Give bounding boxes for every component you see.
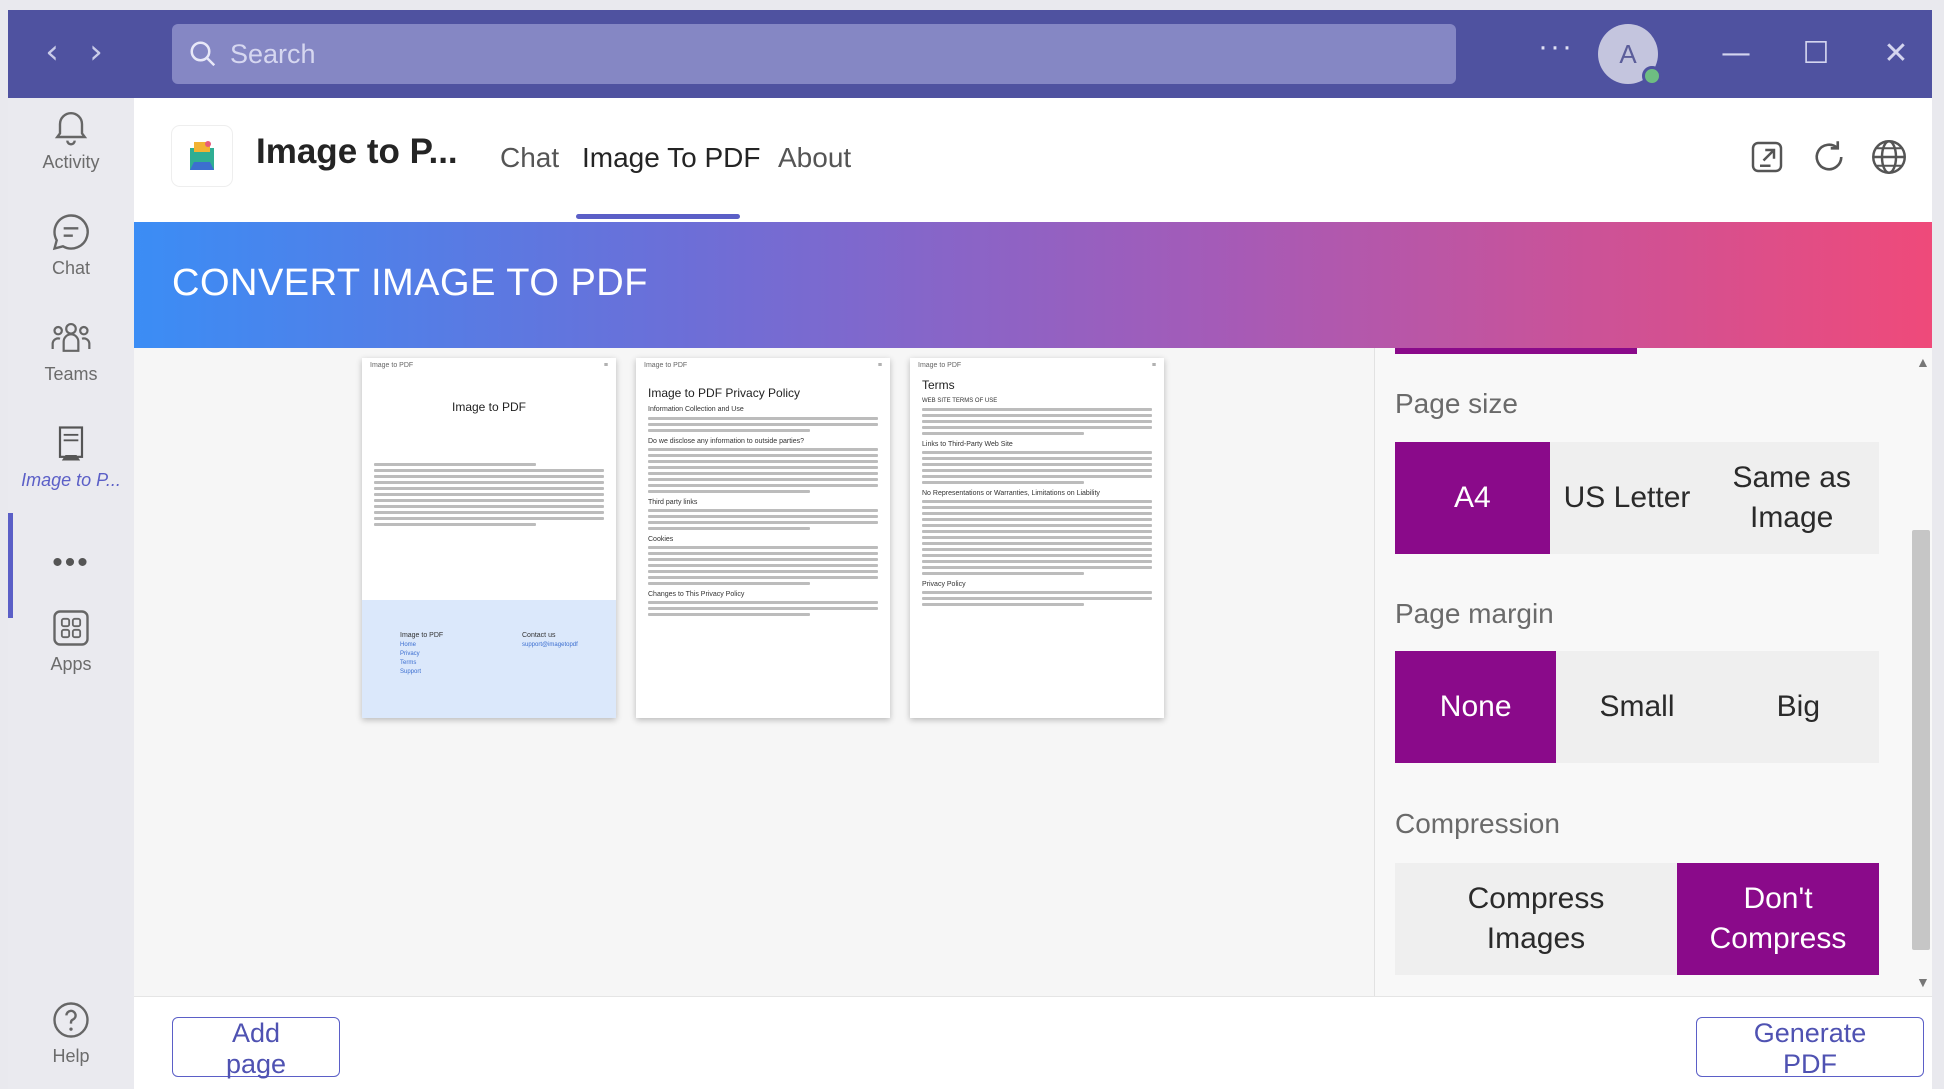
page-size-us-letter[interactable]: US Letter (1550, 442, 1705, 554)
active-tab-indicator (576, 214, 740, 219)
page-thumbnail[interactable]: Image to PDF ≡ Terms WEB SITE TERMS OF US… (910, 358, 1164, 718)
search-bar[interactable] (172, 24, 1456, 84)
page-size-a4[interactable]: A4 (1395, 442, 1550, 554)
rail-item-help[interactable]: Help (8, 998, 134, 1089)
thumb-header: Image to PDF ≡ (644, 362, 882, 369)
forward-arrow-icon[interactable]: › (76, 32, 116, 72)
chat-bubble-icon (52, 214, 89, 251)
rail-item-label: Activity (42, 152, 100, 172)
app-title: Image to P... (256, 132, 458, 171)
margin-small[interactable]: Small (1556, 651, 1717, 763)
banner-title: CONVERT IMAGE TO PDF (172, 262, 648, 304)
rail-item-label: Chat (51, 258, 91, 278)
image-to-pdf-app-icon (58, 426, 84, 461)
bell-icon (54, 112, 88, 146)
globe-icon[interactable] (1868, 136, 1910, 178)
page-size-same-as-image[interactable]: Same as Image (1704, 442, 1879, 554)
search-icon (190, 41, 216, 67)
close-icon[interactable]: ✕ (1874, 32, 1918, 76)
page-margin-label: Page margin (1395, 598, 1554, 629)
compression-label: Compression (1395, 808, 1560, 839)
tab-chat[interactable]: Chat (500, 142, 559, 174)
rail-item-label: Image to P... (21, 470, 121, 490)
rail-item-label: Apps (50, 654, 92, 674)
settings-panel: Page size A4 US Letter Same as Image Pag… (1374, 348, 1932, 996)
page-thumbnail[interactable]: Image to PDF ≡ Image to PDF Privacy Polic… (636, 358, 890, 718)
title-bar: ‹ › ··· A — ☐ ✕ (8, 10, 1932, 98)
margin-big[interactable]: Big (1718, 651, 1879, 763)
thumb-header: Image to PDF ≡ (918, 362, 1156, 369)
apps-grid-icon (53, 610, 89, 646)
rail-item-label: Help (52, 1046, 90, 1066)
thumb-footer: Image to PDF Home Privacy Terms Support Con… (362, 600, 616, 718)
teams-people-icon (51, 322, 91, 352)
page-size-selector: A4 US Letter Same as Image (1395, 442, 1879, 554)
tab-about[interactable]: About (778, 142, 851, 174)
page-size-label: Page size (1395, 388, 1518, 419)
previous-option-stub (1395, 348, 1637, 354)
rail-item-apps[interactable]: Apps (8, 606, 134, 706)
page-thumbnail[interactable]: Image to PDF ≡ Image to PDF Image to PDF … (362, 358, 616, 718)
thumb-title: Image to PDF Privacy Policy (648, 386, 801, 400)
thumb-header: Image to PDF ≡ (370, 362, 608, 369)
margin-none[interactable]: None (1395, 651, 1557, 763)
pages-canvas: Image to PDF ≡ Image to PDF Image to PDF … (134, 348, 1374, 996)
rail-item-label: Teams (44, 364, 98, 384)
rail-item-chat[interactable]: Chat (8, 210, 134, 310)
app-header: Image to P... Chat Image To PDF About (134, 98, 1932, 222)
rail-item-activity[interactable]: Activity (8, 104, 134, 204)
pop-out-icon[interactable] (1746, 136, 1788, 178)
search-input[interactable] (230, 38, 1430, 70)
tab-image-to-pdf[interactable]: Image To PDF (582, 142, 760, 174)
back-arrow-icon[interactable]: ‹ (32, 32, 72, 72)
dont-compress[interactable]: Don't Compress (1677, 863, 1879, 975)
help-question-icon (53, 1002, 89, 1038)
refresh-icon[interactable] (1808, 136, 1850, 178)
thumb-title: Image to PDF (451, 400, 527, 414)
main-content: Image to P... Chat Image To PDF About CO… (134, 98, 1932, 1089)
compression-selector: Compress Images Don't Compress (1395, 863, 1879, 975)
minimize-icon[interactable]: — (1714, 32, 1758, 76)
rail-item-teams[interactable]: Teams (8, 316, 134, 416)
teams-window: ‹ › ··· A — ☐ ✕ Activity Chat Teams Imag… (8, 10, 1932, 1089)
app-logo-icon (172, 126, 232, 186)
banner: CONVERT IMAGE TO PDF (134, 222, 1932, 348)
thumb-title: Terms (922, 378, 955, 392)
presence-status-icon (1642, 66, 1662, 86)
rail-item-image-to-pdf[interactable]: Image to P... (8, 422, 134, 522)
compress-images[interactable]: Compress Images (1395, 863, 1677, 975)
more-apps-icon[interactable]: ••• (8, 546, 134, 580)
maximize-icon[interactable]: ☐ (1794, 32, 1838, 76)
page-margin-selector: None Small Big (1395, 651, 1879, 763)
add-page-button[interactable]: Add page (172, 1017, 340, 1079)
generate-pdf-button[interactable]: Generate PDF (1696, 1017, 1924, 1079)
scroll-down-icon[interactable]: ▼ (1916, 974, 1930, 990)
left-rail: Activity Chat Teams Image to P... ••• Ap… (8, 98, 134, 1089)
scrollbar-thumb[interactable] (1912, 530, 1930, 950)
more-options-icon[interactable]: ··· (1538, 30, 1574, 64)
footer-bar: Add page Generate PDF (134, 996, 1932, 1089)
scroll-up-icon[interactable]: ▲ (1916, 354, 1930, 370)
